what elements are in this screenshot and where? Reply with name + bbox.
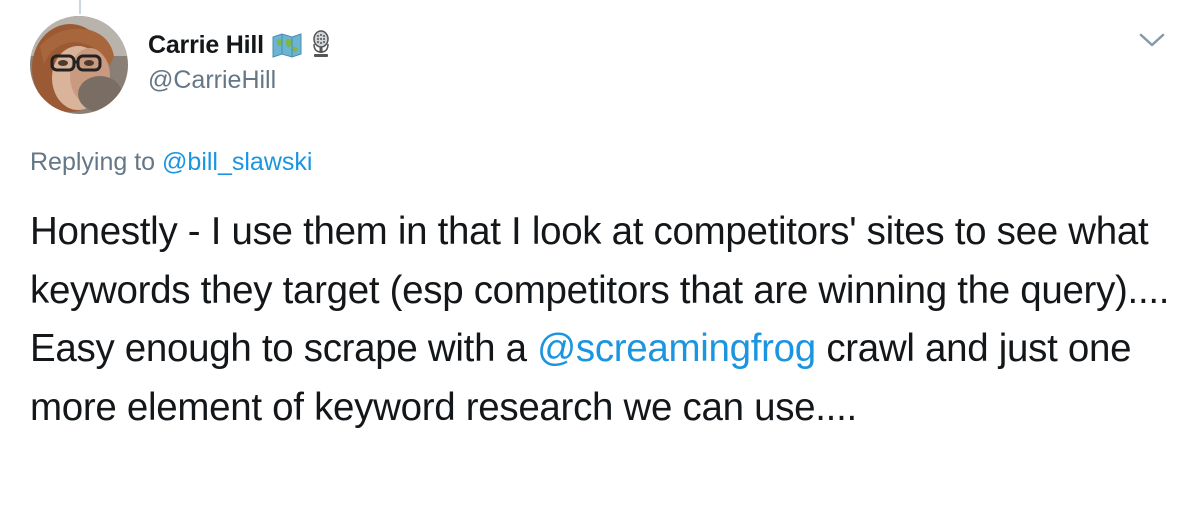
tweet-header: Carrie Hill @CarrieHill xyxy=(148,28,332,95)
screamingfrog-mention-link[interactable]: @screamingfrog xyxy=(537,327,816,370)
thread-line xyxy=(79,0,81,14)
replying-to-label: Replying to xyxy=(30,148,156,176)
avatar-image xyxy=(30,16,128,114)
tweet[interactable]: Carrie Hill @CarrieHill Replying to @bil… xyxy=(0,0,1192,524)
microphone-icon xyxy=(310,30,332,60)
world-map-icon xyxy=(272,32,302,58)
display-name[interactable]: Carrie Hill xyxy=(148,31,264,60)
replying-to: Replying to @bill_slawski xyxy=(30,148,312,177)
chevron-down-icon[interactable] xyxy=(1138,30,1166,50)
reply-mention-link[interactable]: @bill_slawski xyxy=(162,148,312,176)
tweet-text: Honestly - I use them in that I look at … xyxy=(30,203,1170,437)
name-row: Carrie Hill xyxy=(148,28,332,62)
avatar[interactable] xyxy=(30,16,128,114)
user-handle[interactable]: @CarrieHill xyxy=(148,66,332,95)
